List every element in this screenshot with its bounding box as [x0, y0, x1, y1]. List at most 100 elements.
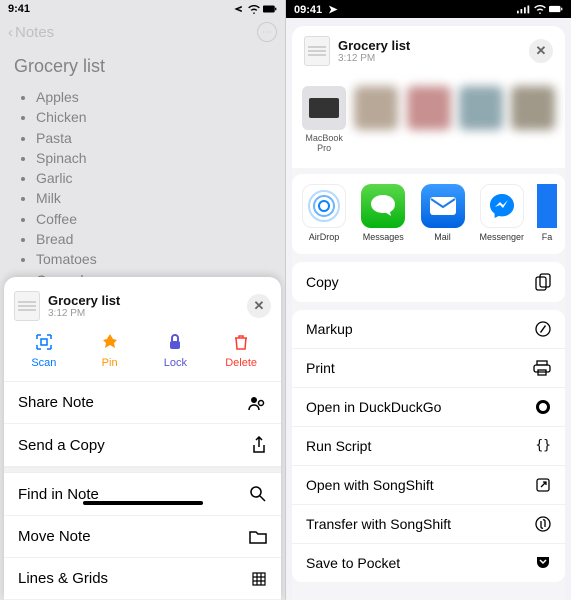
status-bar: 9:41	[0, 0, 285, 18]
open-duckduckgo-row[interactable]: Open in DuckDuckGo	[292, 388, 565, 427]
status-time: 09:41	[294, 4, 322, 16]
share-note-row[interactable]: Share Note	[4, 382, 281, 424]
duckduckgo-icon	[535, 399, 551, 415]
copy-row[interactable]: Copy	[292, 262, 565, 302]
close-button[interactable]: ✕	[247, 294, 271, 318]
note-body: Grocery list Apples Chicken Pasta Spinac…	[0, 46, 285, 300]
share-subtitle: 3:12 PM	[338, 53, 410, 64]
print-icon	[533, 360, 551, 376]
find-in-note-row[interactable]: Find in Note	[4, 473, 281, 516]
search-icon	[249, 485, 267, 503]
save-pocket-row[interactable]: Save to Pocket	[292, 544, 565, 582]
delete-button[interactable]: Delete	[211, 331, 271, 369]
app-airdrop[interactable]: AirDrop	[300, 184, 348, 242]
contact-item[interactable]	[459, 86, 503, 154]
row-label: Copy	[306, 274, 339, 290]
row-label: Open with SongShift	[306, 477, 434, 493]
app-label: Fa	[542, 232, 553, 242]
sheet-header: Grocery list 3:12 PM ✕	[4, 287, 281, 331]
scan-label: Scan	[31, 357, 56, 369]
list-item: Apples	[36, 87, 271, 107]
quick-actions-row: Scan Pin Lock Delete	[4, 331, 281, 382]
back-label: Notes	[15, 24, 54, 41]
app-more[interactable]: Fa	[537, 184, 557, 242]
run-script-row[interactable]: Run Script {}	[292, 427, 565, 466]
note-thumbnail-icon	[304, 36, 330, 66]
airdrop-icon	[302, 184, 346, 228]
list-item: Pasta	[36, 128, 271, 148]
list-item: Tomatoes	[36, 249, 271, 269]
list-item: Milk	[36, 188, 271, 208]
location-icon: ➤	[328, 4, 337, 16]
back-to-notes[interactable]: ‹ Notes ⋯	[0, 18, 285, 46]
status-icons	[231, 4, 277, 14]
airdrop-contacts-row[interactable]: MacBook Pro	[292, 76, 565, 168]
list-item: Coffee	[36, 209, 271, 229]
row-label: Open in DuckDuckGo	[306, 399, 441, 415]
markup-row[interactable]: Markup	[292, 310, 565, 349]
scan-button[interactable]: Scan	[14, 331, 74, 369]
contact-label: MacBook Pro	[302, 134, 346, 154]
grocery-list: Apples Chicken Pasta Spinach Garlic Milk…	[14, 87, 271, 290]
contact-item[interactable]	[354, 86, 398, 154]
row-label: Lines & Grids	[18, 570, 108, 587]
home-indicator	[83, 501, 203, 505]
list-item: Bread	[36, 229, 271, 249]
more-options-button[interactable]: ⋯	[257, 22, 277, 42]
transfer-songshift-row[interactable]: Transfer with SongShift	[292, 505, 565, 544]
mail-icon	[421, 184, 465, 228]
actions-group-2: Markup Print Open in DuckDuckGo Run Scri…	[292, 310, 565, 582]
print-row[interactable]: Print	[292, 349, 565, 388]
share-icon	[251, 436, 267, 454]
share-sheet-screenshot: 09:41 ➤ Grocery list 3:12 PM ✕ MacBook P…	[286, 0, 571, 600]
wifi-icon	[533, 4, 547, 14]
app-label: Messages	[363, 232, 404, 242]
row-label: Print	[306, 360, 335, 376]
collaborate-icon	[247, 395, 267, 411]
pin-icon	[99, 331, 121, 353]
contact-macbook[interactable]: MacBook Pro	[302, 86, 346, 154]
app-mail[interactable]: Mail	[419, 184, 467, 242]
pin-label: Pin	[102, 357, 118, 369]
app-messenger[interactable]: Messenger	[478, 184, 526, 242]
lock-icon	[164, 331, 186, 353]
row-label: Markup	[306, 321, 353, 337]
pin-button[interactable]: Pin	[80, 331, 140, 369]
wifi-icon	[247, 4, 261, 14]
app-label: AirDrop	[309, 232, 340, 242]
folder-icon	[249, 530, 267, 544]
row-label: Save to Pocket	[306, 555, 400, 571]
list-item: Chicken	[36, 107, 271, 127]
markup-icon	[535, 321, 551, 337]
lock-button[interactable]: Lock	[146, 331, 206, 369]
row-label: Transfer with SongShift	[306, 516, 451, 532]
status-bar: 09:41 ➤	[286, 0, 571, 18]
list-item: Garlic	[36, 168, 271, 188]
contact-item[interactable]	[406, 86, 450, 154]
note-title: Grocery list	[14, 56, 271, 77]
open-in-icon	[535, 477, 551, 493]
move-note-row[interactable]: Move Note	[4, 516, 281, 558]
row-label: Find in Note	[18, 486, 99, 503]
status-icons	[517, 4, 563, 14]
share-apps-row[interactable]: AirDrop Messages Mail Messenger Fa	[292, 174, 565, 254]
songshift-icon	[535, 516, 551, 532]
app-label: Mail	[434, 232, 451, 242]
send-copy-row[interactable]: Send a Copy	[4, 424, 281, 467]
note-thumbnail-icon	[14, 291, 40, 321]
status-time: 9:41	[8, 3, 30, 15]
braces-icon: {}	[535, 438, 551, 453]
messages-icon	[361, 184, 405, 228]
app-messages[interactable]: Messages	[359, 184, 407, 242]
contact-item[interactable]	[511, 86, 555, 154]
row-label: Run Script	[306, 438, 371, 454]
close-button[interactable]: ✕	[529, 39, 553, 63]
battery-icon	[263, 4, 277, 14]
row-label: Share Note	[18, 394, 94, 411]
share-sheet: Grocery list 3:12 PM ✕ MacBook Pro AirDr…	[292, 26, 565, 600]
open-songshift-row[interactable]: Open with SongShift	[292, 466, 565, 505]
lines-grids-row[interactable]: Lines & Grids	[4, 558, 281, 600]
chevron-left-icon: ‹	[8, 24, 13, 41]
battery-icon	[549, 4, 563, 14]
scan-icon	[33, 331, 55, 353]
